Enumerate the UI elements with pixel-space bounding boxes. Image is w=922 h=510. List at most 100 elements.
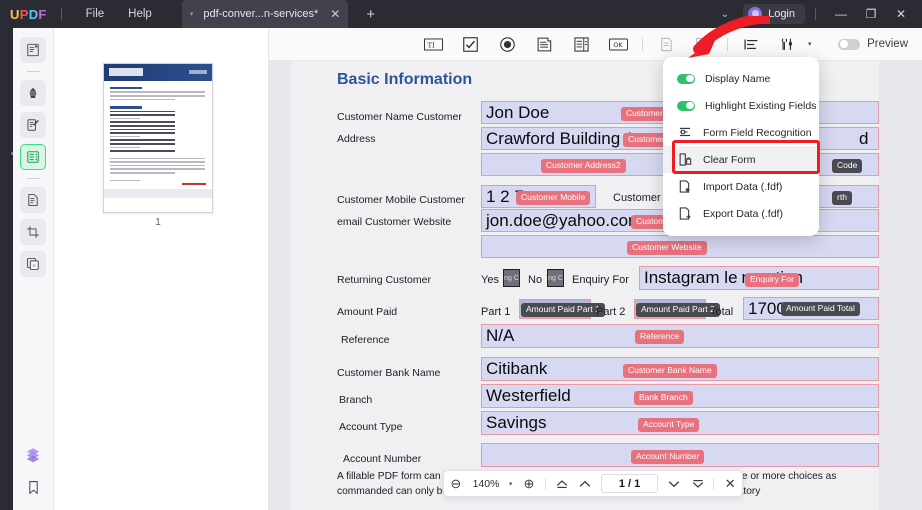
menu-item-export-data[interactable]: Export Data (.fdf) (663, 200, 819, 227)
updf-application-window: UPDF File Help ▾ pdf-conver...n-services… (0, 0, 922, 510)
label-returning-customer: Returning Customer (337, 274, 431, 286)
zoom-out-button[interactable]: ⊖ (444, 473, 468, 495)
page-navigation-bar: ⊖ 140% ▾ ⊕ 1 / 1 ✕ (443, 470, 743, 497)
menu-help[interactable]: Help (116, 4, 164, 24)
form-tools-toolbar: TI OK ▾ Preview (269, 28, 922, 61)
thumbnail-header-band (104, 64, 212, 81)
zoom-in-button[interactable]: ⊕ (517, 473, 541, 495)
prepare-form-icon[interactable] (20, 144, 46, 170)
checkbox-returning-no[interactable]: ng C (547, 269, 564, 287)
chevron-down-icon[interactable]: ⌄ (707, 9, 743, 20)
zoombar-divider-2 (713, 477, 715, 490)
label-bank-name: Customer Bank Name (337, 367, 441, 379)
text-field-tool[interactable]: TI (421, 33, 446, 55)
badge-enquiry-for: Enquiry For (745, 273, 799, 287)
label-reference: Reference (341, 334, 390, 346)
value-customer-address: Crawford Building 1 (486, 128, 635, 148)
label-part2: Part 2 (596, 306, 626, 318)
preview-switch[interactable] (838, 38, 861, 50)
checkbox-returning-yes[interactable]: ng C (503, 269, 520, 287)
menu-label-highlight-fields: Highlight Existing Fields (705, 99, 817, 112)
new-tab-button[interactable]: + (366, 6, 375, 23)
value-reference: N/A (486, 326, 515, 345)
page-tools-icon[interactable] (20, 187, 46, 213)
badge-amount-part2: Amount Paid Part 2 (636, 303, 720, 317)
label-customer-mobile: Customer Mobile Customer (337, 194, 465, 206)
image-field-tool[interactable] (691, 33, 716, 55)
badge-customer-mobile: Customer Mobile (516, 191, 591, 205)
radio-button-tool[interactable] (495, 33, 520, 55)
maximize-button[interactable]: ❐ (856, 7, 886, 21)
page-indicator[interactable]: 1 / 1 (601, 474, 658, 493)
close-navigation-button[interactable]: ✕ (718, 473, 742, 495)
close-button[interactable]: ✕ (886, 7, 916, 21)
digital-signature-tool[interactable] (654, 33, 679, 55)
push-button-tool[interactable]: OK (606, 33, 631, 55)
annotate-highlighter-icon[interactable] (20, 80, 46, 106)
value-enquiry-for: Instagram le (644, 268, 738, 287)
sidebar-divider (26, 71, 40, 72)
form-settings-tool[interactable] (776, 33, 801, 55)
preview-label: Preview (867, 38, 908, 50)
edit-pdf-icon[interactable] (20, 112, 46, 138)
menu-file[interactable]: File (74, 4, 117, 24)
tab-caret-icon[interactable]: ▾ (190, 10, 194, 18)
last-page-button[interactable] (686, 473, 710, 495)
menu-item-highlight-existing-fields[interactable]: Highlight Existing Fields (663, 92, 819, 119)
prev-page-button[interactable] (573, 473, 597, 495)
combo-box-tool[interactable] (569, 33, 594, 55)
form-recognition-icon (677, 126, 693, 139)
titlebar-right-controls: ⌄ Login — ❐ ✕ (707, 4, 922, 24)
logo-divider (60, 7, 62, 21)
thumbnail-panel: 1 (54, 28, 269, 510)
updf-logo: UPDF (10, 6, 47, 22)
crop-page-icon[interactable] (20, 219, 46, 245)
badge-customer-address2: Customer Address2 (541, 159, 626, 173)
menu-label-export-data: Export Data (.fdf) (703, 207, 783, 220)
bookmark-icon[interactable] (20, 474, 46, 500)
menu-item-display-name[interactable]: Display Name (663, 65, 819, 92)
toggle-icon-display-name[interactable] (677, 73, 695, 84)
value-customer-email: jon.doe@yahoo.com (486, 210, 643, 230)
badge-bank-name: Customer Bank Name (623, 364, 717, 378)
svg-text:×: × (32, 263, 36, 269)
value-address-tail: d (859, 129, 869, 148)
tool-sidebar: × (13, 28, 54, 510)
thumbnail-footer-band (104, 188, 212, 198)
menu-label-display-name: Display Name (705, 72, 771, 85)
toggle-icon-highlight-fields[interactable] (677, 100, 695, 111)
form-settings-dropdown: Display Name Highlight Existing Fields F… (663, 57, 819, 236)
reader-view-icon[interactable] (20, 37, 46, 63)
first-page-button[interactable] (550, 473, 574, 495)
organize-pages-icon[interactable]: × (20, 251, 46, 277)
menu-item-import-data[interactable]: Import Data (.fdf) (663, 173, 819, 200)
title-bar: UPDF File Help ▾ pdf-conver...n-services… (0, 0, 922, 28)
tab-close-icon[interactable]: ✕ (330, 7, 340, 21)
menu-item-clear-form[interactable]: Clear Form (663, 146, 819, 173)
tab-title: pdf-conver...n-services* (203, 8, 319, 20)
document-viewport[interactable]: Basic Information Customer Name Customer… (269, 61, 922, 510)
zoombar-divider-1 (544, 477, 546, 490)
ai-assistant-icon[interactable] (20, 442, 46, 468)
tab-order-tool[interactable] (739, 33, 764, 55)
document-tab[interactable]: ▾ pdf-conver...n-services* ✕ (181, 0, 349, 28)
window-controls-divider (815, 8, 816, 20)
checkbox-tool[interactable] (458, 33, 483, 55)
zoom-dropdown-caret-icon[interactable]: ▾ (504, 480, 517, 488)
value-account-type: Savings (486, 413, 547, 432)
badge-bank-branch: Bank Branch (634, 391, 693, 405)
zoom-level-value[interactable]: 140% (468, 478, 505, 490)
label-customer-name: Customer Name Customer (337, 111, 462, 123)
menu-item-form-field-recognition[interactable]: Form Field Recognition (663, 119, 819, 146)
page-thumbnail-1[interactable] (103, 63, 213, 213)
label-address: Address (337, 133, 376, 145)
menu-label-form-field-recognition: Form Field Recognition (703, 126, 812, 139)
minimize-button[interactable]: — (826, 7, 856, 21)
next-page-button[interactable] (662, 473, 686, 495)
login-button[interactable]: Login (743, 4, 805, 24)
toolbar-divider-1 (642, 37, 643, 51)
badge-account-number: Account Number (631, 450, 705, 464)
form-settings-caret-icon[interactable]: ▾ (808, 40, 812, 48)
list-box-tool[interactable] (532, 33, 557, 55)
label-part1: Part 1 (481, 306, 511, 318)
